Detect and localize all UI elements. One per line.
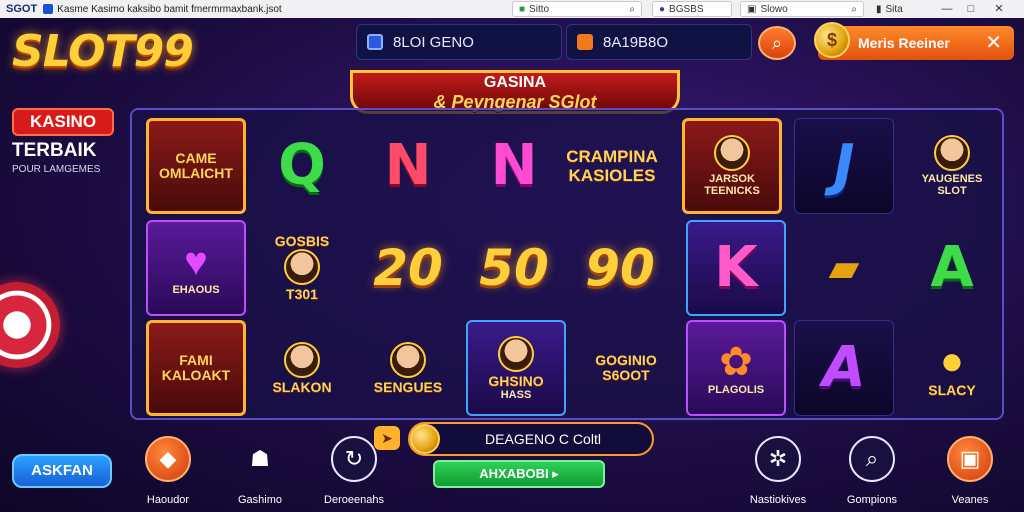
nav-notifications[interactable]: ✲ Nastiokives <box>738 436 818 506</box>
character-portrait <box>498 335 534 372</box>
game-tile[interactable]: ● SLACY <box>902 320 1002 416</box>
coin-icon <box>577 34 593 50</box>
tab-icon: ▣ <box>747 3 757 15</box>
browser-chrome: SGOT Kasme Kasimo kaksibo bamit fmermrma… <box>0 0 1024 18</box>
terbaik-subtitle: POUR LAMGEMES <box>12 164 101 175</box>
wallet-icon <box>367 34 383 50</box>
character-portrait <box>284 341 320 378</box>
shield-icon: ■ <box>519 3 526 15</box>
symbol-tile[interactable]: N <box>358 118 458 214</box>
featured-game-tile[interactable]: CRAMPINA KASIOLES <box>552 118 672 214</box>
balance-field-2[interactable]: 8A19B8O <box>566 24 752 60</box>
url-text: Kasme Kasimo kaksibo bamit fmermrmaxbank… <box>57 3 282 15</box>
gold-bar-icon: ▰ <box>828 246 860 290</box>
game-tile[interactable]: GHSINO HASS <box>466 320 566 416</box>
search-icon: ⌕ <box>771 32 783 53</box>
minimize-icon[interactable]: — <box>940 2 954 16</box>
character-portrait <box>714 135 750 171</box>
browser-tab-2[interactable]: ● BGSBS <box>652 1 732 17</box>
game-tile[interactable]: ✿ PLAGOLIS <box>686 320 786 416</box>
coin-icon <box>410 424 440 454</box>
play-button[interactable]: AHXABOBI ▸ <box>433 460 605 488</box>
game-tile[interactable]: CAME OMLAICHT <box>146 118 246 214</box>
register-button[interactable]: ASKFAN <box>12 454 112 488</box>
symbol-tile[interactable]: J <box>794 118 894 214</box>
shield-icon: ● <box>659 3 666 15</box>
symbol-tile[interactable]: Q <box>252 118 352 214</box>
character-portrait <box>390 341 426 378</box>
search-button[interactable]: ⌕ <box>758 26 796 60</box>
symbol-tile[interactable]: N <box>464 118 564 214</box>
close-icon[interactable]: ✕ <box>992 2 1006 16</box>
nav-home[interactable]: ◆ Haoudor <box>128 436 208 506</box>
search-icon: ⌕ <box>851 3 857 15</box>
game-tile[interactable]: SLAKON <box>252 320 352 416</box>
maximize-icon[interactable]: □ <box>964 2 978 16</box>
game-tile[interactable]: SENGUES <box>358 320 458 416</box>
slot-reels-grid: CAME OMLAICHT Q N N CRAMPINA KASIOLES JA… <box>130 108 1004 420</box>
gear-icon: ✲ <box>755 436 801 482</box>
heart-icon: ♥ <box>184 240 208 284</box>
nav-competitions[interactable]: ⌕ Gompions <box>832 436 912 506</box>
browser-tab-1[interactable]: ■ Sitto ⌕ <box>512 1 642 17</box>
number-tile[interactable]: 90 <box>570 220 670 316</box>
coin-icon: ● <box>939 338 965 383</box>
refresh-icon: ↻ <box>331 436 377 482</box>
browser-tab-4[interactable]: ▮ Sita <box>870 1 934 17</box>
tab-icon: ▮ <box>876 3 882 15</box>
balance-field-1[interactable]: 8LOI GENO <box>356 24 562 60</box>
symbol-tile[interactable]: K <box>686 220 786 316</box>
deposit-button[interactable]: $ Meris Reeiner ✕ <box>814 22 1014 60</box>
game-tile[interactable]: GOSBIS T301 <box>252 220 352 316</box>
number-tile[interactable]: 50 <box>464 220 564 316</box>
coin-icon: $ <box>814 22 850 58</box>
site-label: SGOT <box>6 3 38 15</box>
address-bar[interactable]: Kasme Kasimo kaksibo bamit fmermrmaxbank… <box>43 4 282 15</box>
nav-casino[interactable]: ☗ Gashimo <box>220 436 300 506</box>
favicon-icon <box>43 4 54 14</box>
search-icon: ⌕ <box>849 436 895 482</box>
message-icon: ▣ <box>947 436 993 482</box>
bottom-nav: ◆ Haoudor ☗ Gashimo ↻ Deroeenahs ➤ DEAGE… <box>128 420 1024 512</box>
game-tile[interactable]: YAUGENES SLOT <box>902 118 1002 214</box>
nav-messages[interactable]: ▣ Veanes <box>930 436 1010 506</box>
home-icon: ◆ <box>145 436 191 482</box>
bonus-bar[interactable]: DEAGENO C Coltl <box>408 422 654 456</box>
close-icon[interactable]: ✕ <box>985 30 1002 55</box>
bonus-tag-icon: ➤ <box>374 426 400 450</box>
left-panel: KASINO TERBAIK POUR LAMGEMES ASKFAN <box>0 70 128 512</box>
kasino-badge: KASINO <box>12 108 114 136</box>
browser-tab-3[interactable]: ▣ Slowo ⌕ <box>740 1 864 17</box>
search-icon: ⌕ <box>629 3 635 15</box>
terbaik-heading: TERBAIK <box>12 140 97 161</box>
header: SLOT99 8LOI GENO 8A19B8O ⌕ $ Meris Reein… <box>0 18 1024 77</box>
casino-chip-icon <box>0 282 60 368</box>
flower-icon: ✿ <box>719 340 753 384</box>
symbol-tile[interactable]: A <box>902 220 1002 316</box>
dealer-icon: ☗ <box>250 446 270 471</box>
game-tile[interactable]: JARSOK TEENICKS <box>682 118 782 214</box>
game-tile[interactable]: GOGINIO S6OOT <box>576 320 676 416</box>
symbol-tile[interactable]: A <box>794 320 894 416</box>
character-portrait <box>284 249 320 285</box>
game-tile[interactable]: FAMI KALOAKT <box>146 320 246 416</box>
banner-title: GASINA <box>483 74 547 91</box>
number-tile[interactable]: 20 <box>358 220 458 316</box>
gold-bar-tile[interactable]: ▰ <box>794 220 894 316</box>
game-tile[interactable]: ♥ EHAOUS <box>146 220 246 316</box>
character-portrait <box>934 135 970 171</box>
